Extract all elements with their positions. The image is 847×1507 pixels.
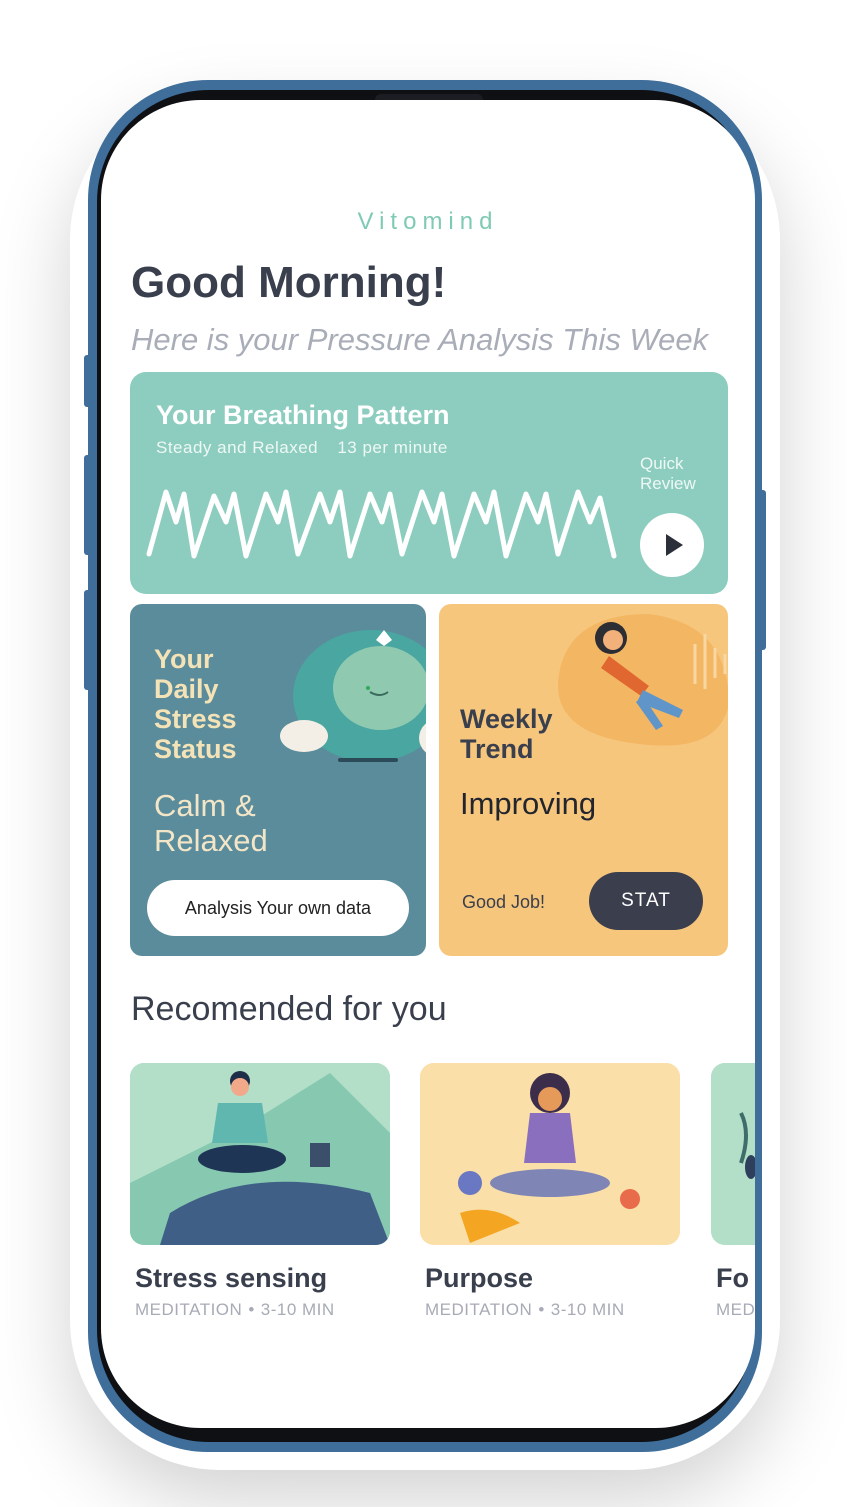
- breathing-rate: 13 per minute: [337, 438, 448, 457]
- analysis-button[interactable]: Analysis Your own data: [147, 880, 409, 936]
- stress-title-text: Your Daily Stress Status: [154, 644, 237, 764]
- quick-review-label: Quick Review: [640, 454, 710, 494]
- card-title: Purpose: [425, 1263, 534, 1293]
- relaxing-person-illustration: [558, 614, 728, 746]
- card-duration: 3-10 MIN: [550, 1300, 625, 1319]
- card-duration: 3-10 MIN: [260, 1300, 335, 1319]
- meditation-illustration: [130, 1063, 390, 1245]
- recommended-card[interactable]: Fo MED: [711, 1063, 755, 1320]
- breathing-pattern-card[interactable]: Your Breathing Pattern Steady and Relaxe…: [130, 372, 728, 594]
- mute-button: [84, 590, 92, 690]
- app-brand: Vitomind: [357, 208, 499, 235]
- stress-sensing-thumbnail: [130, 1063, 390, 1245]
- stress-title: Your Daily Stress Status: [154, 644, 254, 764]
- meta-separator: •: [248, 1300, 255, 1319]
- card-category: MEDITATION: [425, 1300, 533, 1319]
- recommended-title: Recomended for you: [131, 990, 447, 1028]
- breathing-summary: Steady and Relaxed 13 per minute: [156, 438, 462, 458]
- stat-button[interactable]: STAT: [589, 872, 703, 930]
- purpose-thumbnail: [420, 1063, 680, 1245]
- trend-title: Weekly Trend: [460, 704, 560, 764]
- breathing-waveform: [146, 489, 617, 559]
- trend-title-text: Weekly Trend: [460, 704, 553, 764]
- app-screen: Vitomind Good Morning! Here is your Pres…: [101, 100, 755, 1428]
- breathing-state: Steady and Relaxed: [156, 438, 319, 457]
- weekly-trend-card[interactable]: Weekly Trend Improving Good Job! STAT: [439, 604, 728, 956]
- meditation-illustration: [420, 1063, 680, 1245]
- card-title: Stress sensing: [135, 1263, 328, 1293]
- page-subtitle: Here is your Pressure Analysis This Week: [131, 322, 709, 357]
- card-category: MED: [716, 1300, 755, 1319]
- meta-separator: •: [538, 1300, 545, 1319]
- calm-mascot-illustration: [280, 630, 426, 762]
- breathing-title: Your Breathing Pattern: [156, 400, 450, 430]
- stress-status-text: Calm & Relaxed: [154, 788, 268, 858]
- card-meta: MED: [716, 1300, 755, 1320]
- stress-status: Calm & Relaxed: [154, 788, 304, 858]
- trend-note: Good Job!: [462, 892, 546, 912]
- volume-down-button: [84, 455, 92, 555]
- daily-stress-card[interactable]: Your Daily Stress Status Calm & Relaxed …: [130, 604, 426, 956]
- card-meta: MEDITATION • 3-10 MIN: [135, 1300, 390, 1320]
- recommended-card[interactable]: Stress sensing MEDITATION • 3-10 MIN: [130, 1063, 390, 1320]
- play-icon: [666, 534, 683, 556]
- volume-up-button: [84, 355, 92, 407]
- greeting-title: Good Morning!: [131, 258, 447, 307]
- meditation-illustration: [711, 1063, 755, 1245]
- power-button: [758, 490, 766, 650]
- card-meta: MEDITATION • 3-10 MIN: [425, 1300, 680, 1320]
- quick-review-play-button[interactable]: [640, 513, 704, 577]
- focus-thumbnail: [711, 1063, 755, 1245]
- card-category: MEDITATION: [135, 1300, 243, 1319]
- card-title: Fo: [716, 1263, 749, 1293]
- quick-review-text: Quick Review: [640, 454, 696, 493]
- trend-status: Improving: [460, 786, 597, 821]
- recommended-card[interactable]: Purpose MEDITATION • 3-10 MIN: [420, 1063, 680, 1320]
